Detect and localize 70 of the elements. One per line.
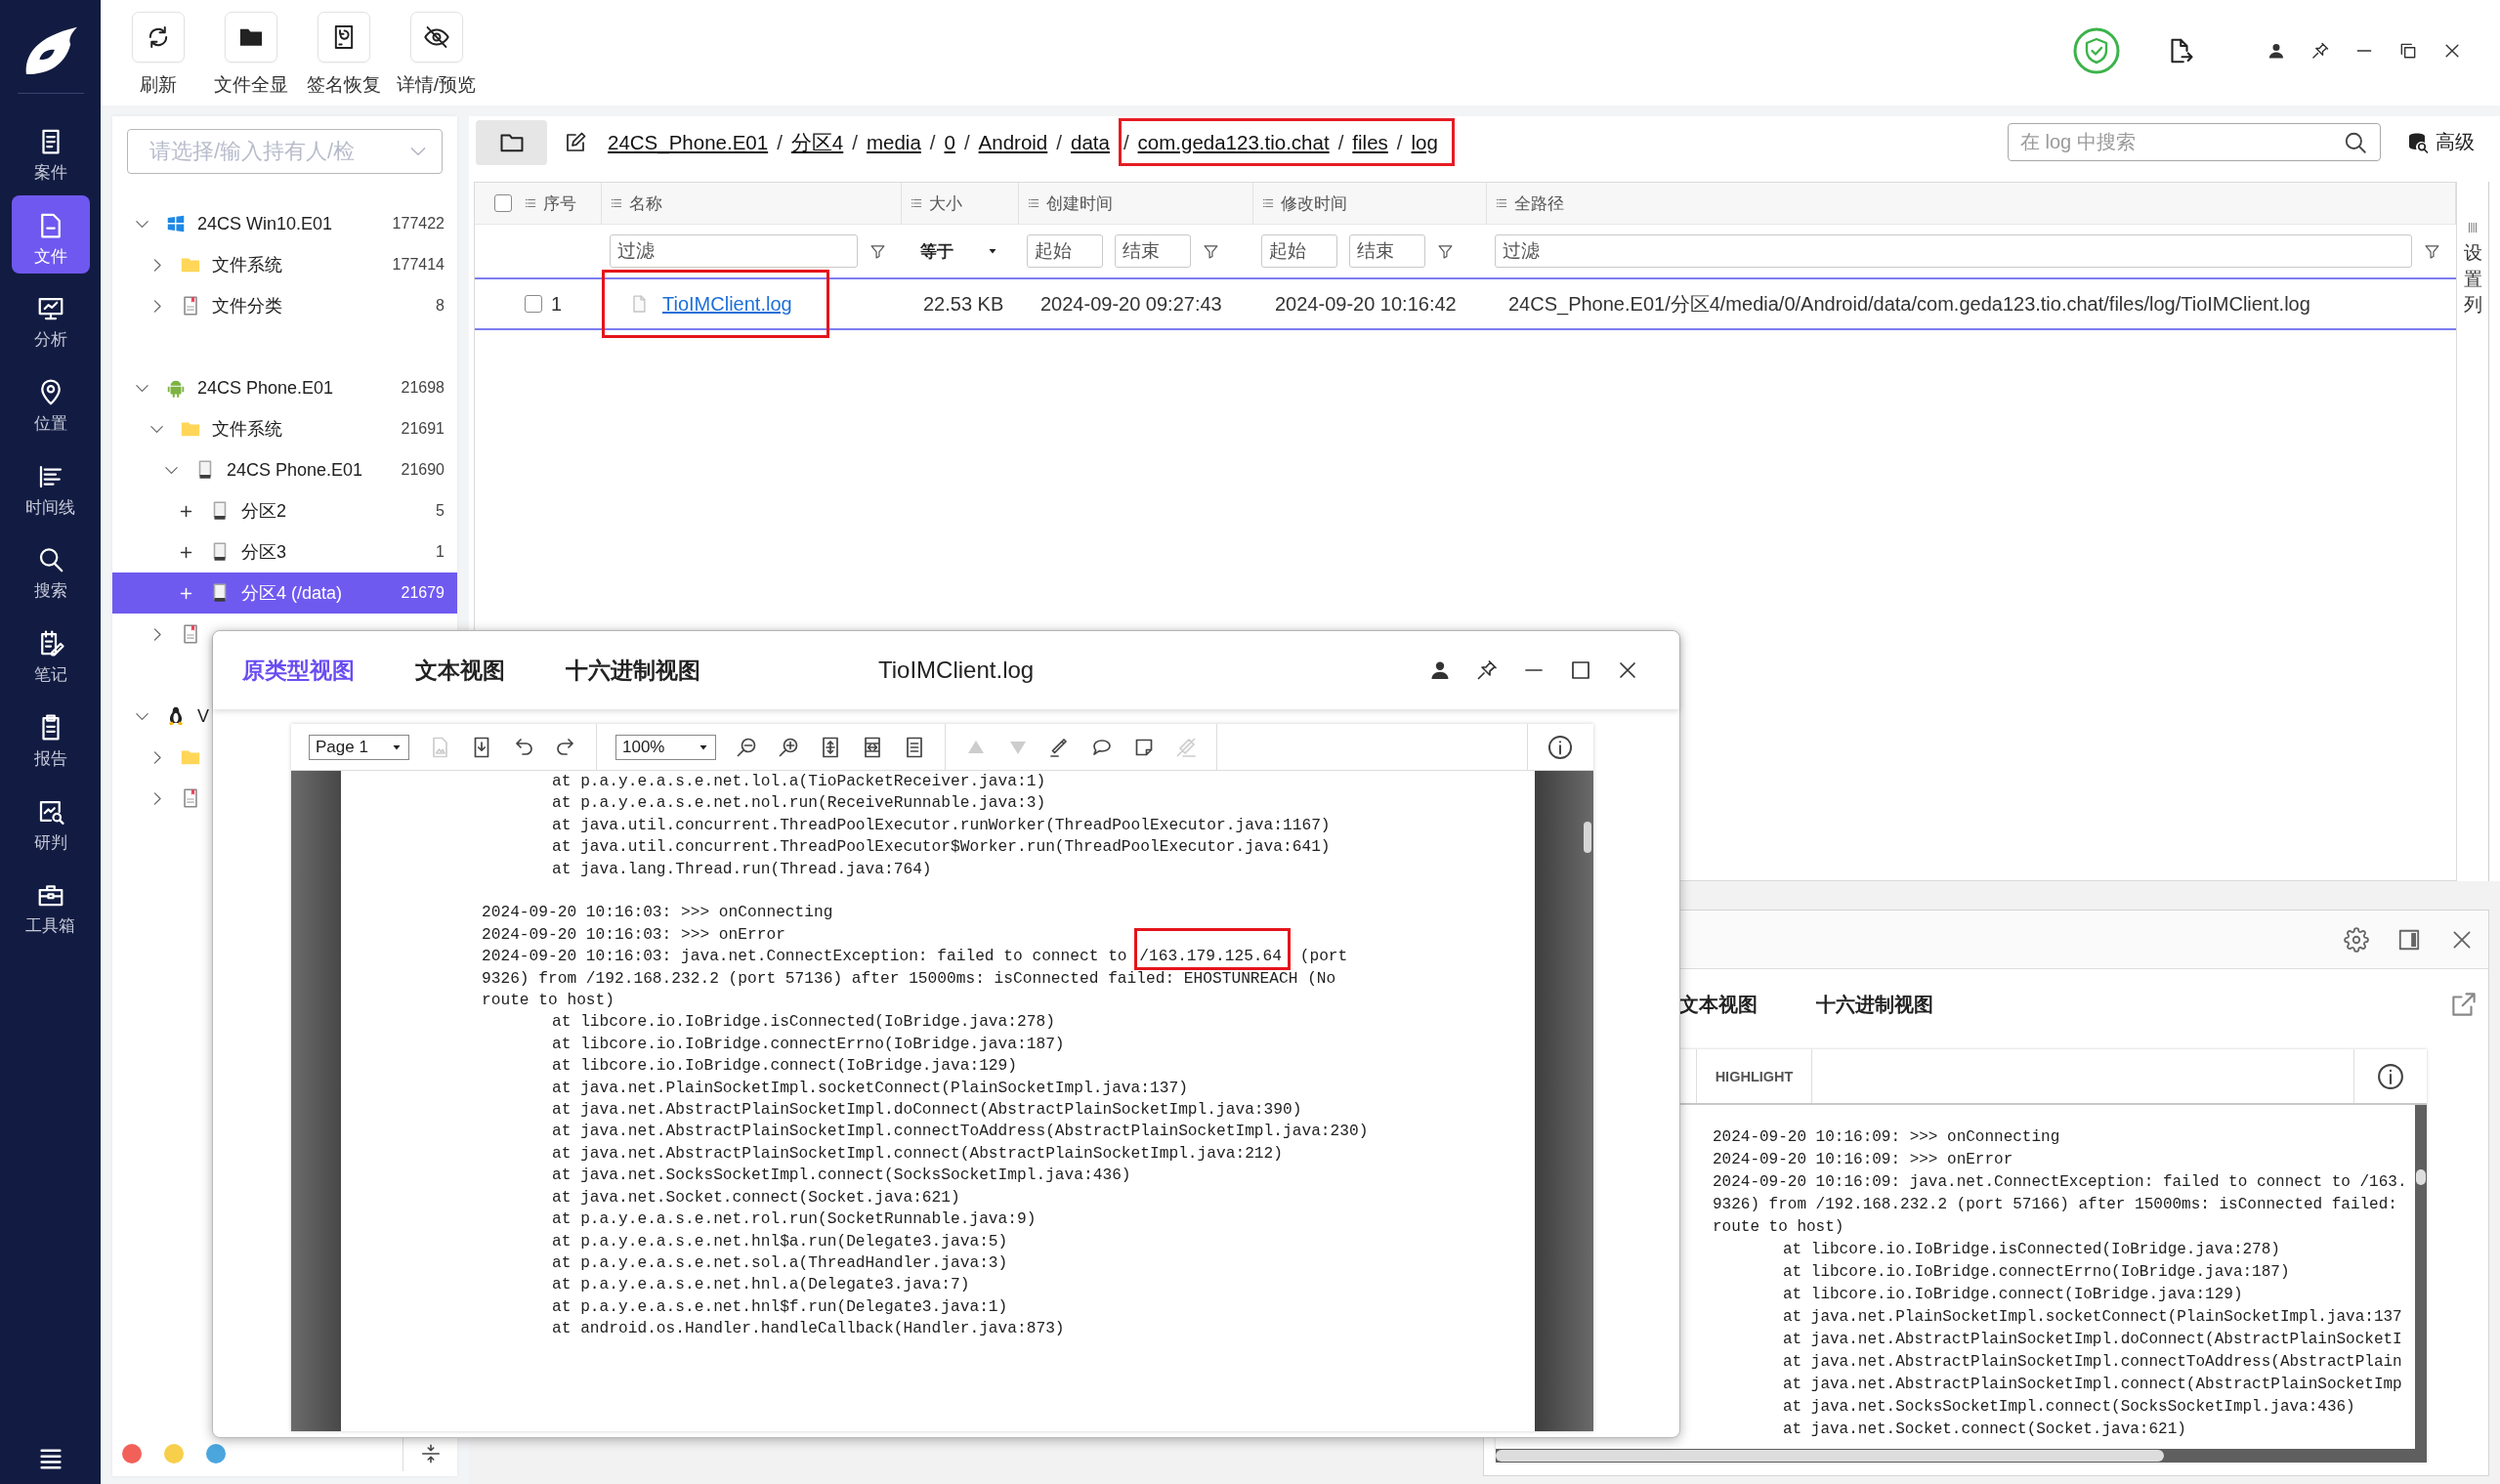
tree-label: 文件系统 <box>212 254 282 276</box>
log-line: at libcore.io.IoBridge.connect(IoBridge.java:129) <box>551 1056 1018 1078</box>
log-line: 9326) from /192.168.232.2 (port 57166) after 15000ms: isConnected failed: <box>1713 1195 2398 1215</box>
log-line: at java.util.concurrent.ThreadPoolExecutor$Worker.run(ThreadPoolExecutor.java:641) <box>551 837 1332 859</box>
tree-label: 24CS Phone.E01 <box>227 459 363 481</box>
tree-label: 24CS Win10.E01 <box>197 213 333 234</box>
item-count: 21690 <box>401 461 445 479</box>
log-line: 2024-09-20 10:16:09: >>> onConnecting <box>1713 1127 2061 1148</box>
tree-label: 分区2 <box>241 500 286 523</box>
log-line: at p.a.y.e.a.s.e.net.lol.a(TioPacketReceiver.java:1) <box>551 772 1047 792</box>
item-count: 8 <box>436 297 445 315</box>
path-separator: / <box>1396 130 1403 154</box>
path-separator: / <box>929 130 936 154</box>
path-separator: / <box>777 130 783 154</box>
tree-label: V <box>197 705 209 727</box>
path-separator: / <box>1056 130 1062 154</box>
log-line: at java.net.Socket.connect(Socket.java:621) <box>1782 1420 2187 1440</box>
item-count: 21679 <box>401 584 445 602</box>
item-count: 177422 <box>392 215 445 233</box>
item-count: 1 <box>436 543 445 561</box>
log-line: at java.net.PlainSocketImpl.socketConnect(PlainSocketImpl.java:137 <box>1782 1307 2403 1328</box>
window-title: TioIMClient.log <box>878 657 1035 684</box>
log-line: at java.net.SocksSocketImpl.connect(SocksSocketImpl.java:436) <box>551 1166 1132 1187</box>
table-cell-text: 24CS_Phone.E01/分区4/media/0/Android/data/com.geda123.tio.chat/files/log/TioIMClient.log <box>1508 291 2310 318</box>
tree-label: 分区3 <box>241 541 286 564</box>
path-separator: / <box>1123 130 1129 154</box>
log-line: at libcore.io.IoBridge.connect(IoBridge.java:129) <box>1782 1285 2244 1305</box>
log-line: 2024-09-20 10:16:03: >>> onError <box>482 924 786 946</box>
log-line: route to host) <box>1713 1217 1845 1238</box>
log-line: 2024-09-20 10:16:09: java.net.ConnectException: failed to connect to /163. <box>1713 1172 2408 1193</box>
log-line: at libcore.io.IoBridge.isConnected(IoBridge.java:278) <box>551 1012 1056 1034</box>
item-count: 177414 <box>392 256 445 274</box>
table-cell: 2024-09-20 10:16:42 <box>1275 292 1457 316</box>
table-cell: 22.53 KB <box>923 292 1004 316</box>
log-line: at java.net.PlainSocketImpl.socketConnect(PlainSocketImpl.java:137) <box>551 1078 1189 1099</box>
log-line: at p.a.y.e.a.s.e.net.hnl$f.run(Delegate3.java:1) <box>551 1296 1009 1318</box>
log-line: 2024-09-20 10:16:03: >>> onConnecting <box>482 903 834 924</box>
log-line: at java.net.AbstractPlainSocketImpl.connectToAddress(AbstractPlain <box>1782 1352 2403 1373</box>
log-line: at p.a.y.e.a.s.e.net.sol.a(ThreadHandler.java:3) <box>551 1252 1009 1274</box>
log-line: at java.net.AbstractPlainSocketImpl.connect(AbstractPlainSocketImpl.java:212) <box>551 1143 1284 1165</box>
table-cell: 2024-09-20 09:27:43 <box>1040 292 1222 316</box>
tree-label: 文件系统 <box>212 418 282 441</box>
table-cell: 1 <box>551 292 563 316</box>
path-separator: / <box>963 130 970 154</box>
log-line: at java.net.AbstractPlainSocketImpl.connect(AbstractPlainSocketImp <box>1782 1375 2403 1395</box>
path-separator: / <box>852 130 858 154</box>
tree-label: 24CS Phone.E01 <box>197 377 334 399</box>
path-separator: / <box>1337 130 1344 154</box>
log-line: at java.net.Socket.connect(Socket.java:621) <box>551 1187 961 1208</box>
log-line: at java.net.SocksSocketImpl.connect(SocksSocketImpl.java:436) <box>1782 1397 2356 1418</box>
log-line: at libcore.io.IoBridge.connectErrno(IoBridge.java:187) <box>1782 1262 2291 1283</box>
item-count: 21698 <box>401 379 445 397</box>
log-line: at android.os.Handler.handleCallback(Handler.java:873) <box>551 1319 1066 1340</box>
log-line: at java.lang.Thread.run(Thread.java:764) <box>551 859 933 880</box>
log-line: 2024-09-20 10:16:09: >>> onError <box>1713 1150 2014 1170</box>
log-line: at p.a.y.e.a.s.e.net.nol.run(ReceiveRunnable.java:3) <box>551 793 1047 815</box>
annotation-frame: /163.179.125.64 <box>1134 928 1291 971</box>
item-count: 21691 <box>401 420 445 438</box>
log-line: at p.a.y.e.a.s.e.net.rol.run(SocketRunnable.java:9) <box>551 1209 1038 1231</box>
item-count: 5 <box>436 502 445 520</box>
log-line: at java.net.AbstractPlainSocketImpl.doConnect(AbstractPlainSocketI <box>1782 1330 2403 1350</box>
log-line: at java.net.AbstractPlainSocketImpl.connectToAddress(AbstractPlainSocketImpl.java:230) <box>551 1122 1370 1143</box>
tree-label: 分区4 (/data) <box>241 582 343 605</box>
log-line: at java.net.AbstractPlainSocketImpl.doConnect(AbstractPlainSocketImpl.java:390) <box>551 1100 1303 1122</box>
log-line: at java.util.concurrent.ThreadPoolExecutor.runWorker(ThreadPoolExecutor.java:1167) <box>551 815 1332 836</box>
log-line: at libcore.io.IoBridge.connectErrno(IoBridge.java:187) <box>551 1034 1066 1055</box>
log-line: at libcore.io.IoBridge.isConnected(IoBridge.java:278) <box>1782 1240 2281 1260</box>
log-line: at p.a.y.e.a.s.e.net.hnl$a.run(Delegate3.java:5) <box>551 1231 1009 1252</box>
log-line: at p.a.y.e.a.s.e.net.hnl.a(Delegate3.java:7) <box>551 1275 971 1296</box>
tree-label: 文件分类 <box>212 295 282 318</box>
